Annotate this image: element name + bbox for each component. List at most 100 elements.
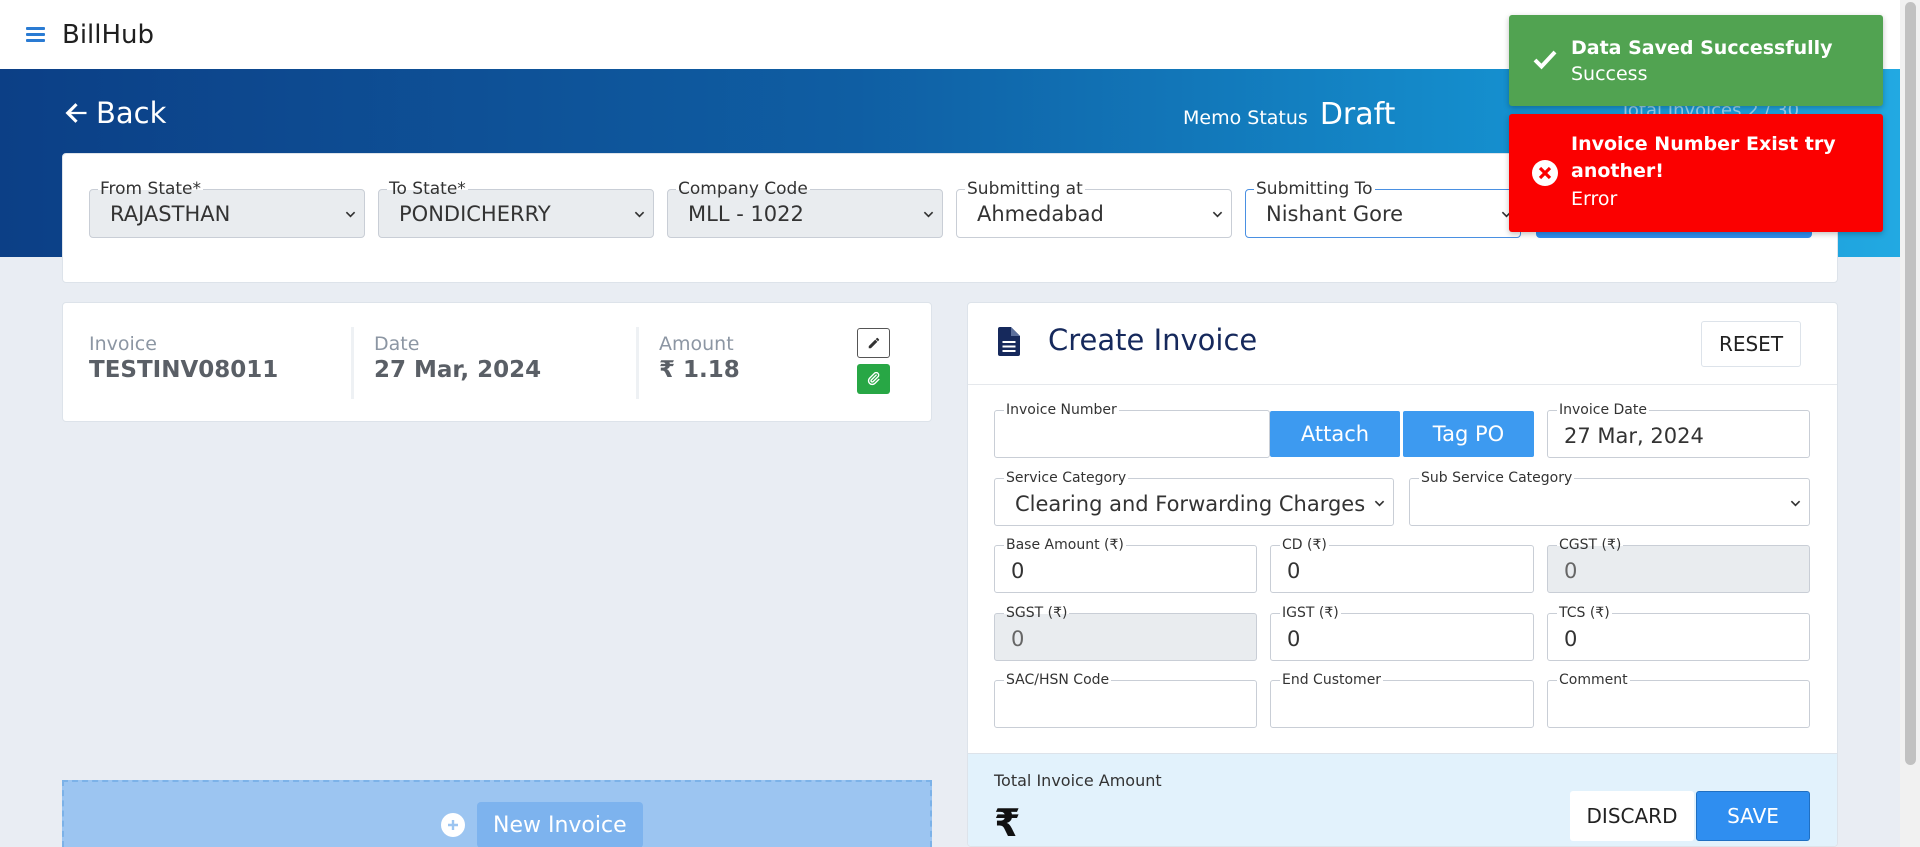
base-amount-label: Base Amount (₹) xyxy=(1004,536,1126,554)
company-code-select[interactable]: Company Code MLL - 1022 xyxy=(667,179,943,238)
service-category-value: Clearing and Forwarding Charges xyxy=(1015,492,1366,516)
attachment-button[interactable] xyxy=(857,364,890,394)
checkmark-icon xyxy=(1533,50,1557,70)
total-invoice-amount-label: Total Invoice Amount xyxy=(994,771,1162,790)
sgst-input: SGST (₹) 0 xyxy=(994,604,1257,661)
back-button[interactable]: Back xyxy=(62,96,166,130)
chevron-down-icon xyxy=(1212,211,1223,218)
cgst-label: CGST (₹) xyxy=(1557,536,1624,554)
chevron-down-icon xyxy=(1374,500,1385,507)
company-code-value: MLL - 1022 xyxy=(688,202,804,226)
igst-label: IGST (₹) xyxy=(1280,604,1341,622)
to-state-value: PONDICHERRY xyxy=(399,202,551,226)
invoice-date-label: Invoice Date xyxy=(1557,401,1649,419)
reset-button[interactable]: RESET xyxy=(1701,321,1801,367)
cd-input[interactable]: CD (₹) 0 xyxy=(1270,536,1534,593)
sub-service-category-select[interactable]: Sub Service Category xyxy=(1409,469,1810,526)
new-invoice-area: New Invoice xyxy=(62,780,932,847)
create-invoice-panel: Create Invoice RESET Invoice Number Atta… xyxy=(967,302,1838,847)
company-code-label: Company Code xyxy=(676,179,810,199)
to-state-select[interactable]: To State* PONDICHERRY xyxy=(378,179,654,238)
service-category-select[interactable]: Service Category Clearing and Forwarding… xyxy=(994,469,1394,526)
sgst-label: SGST (₹) xyxy=(1004,604,1070,622)
invoice-list-item[interactable]: Invoice TESTINV08011 Date 27 Mar, 2024 A… xyxy=(62,302,932,422)
cd-label: CD (₹) xyxy=(1280,536,1329,554)
total-footer: Total Invoice Amount ₹ DISCARD SAVE xyxy=(968,753,1837,846)
pencil-icon xyxy=(868,337,879,349)
error-toast-title: Invoice Number Exist try another! xyxy=(1571,133,1836,182)
invoice-number-label: Invoice Number xyxy=(1004,401,1119,419)
amount-label: Amount xyxy=(659,333,734,355)
memo-status: Memo Status Draft xyxy=(1183,97,1395,132)
chevron-down-icon xyxy=(1790,500,1801,507)
sub-service-category-label: Sub Service Category xyxy=(1419,469,1575,487)
document-icon xyxy=(998,327,1020,356)
comment-input[interactable]: Comment xyxy=(1547,671,1810,728)
error-toast[interactable]: Invoice Number Exist try another! Error xyxy=(1509,114,1883,232)
submitting-to-label: Submitting To xyxy=(1254,179,1375,199)
back-label: Back xyxy=(96,96,167,130)
date-label: Date xyxy=(374,333,420,355)
vertical-scrollbar[interactable] xyxy=(1900,0,1920,847)
success-toast[interactable]: Data Saved Successfully Success xyxy=(1509,15,1883,106)
cgst-value: 0 xyxy=(1564,559,1578,583)
invoice-col: Invoice TESTINV08011 xyxy=(89,333,278,383)
tag-po-button[interactable]: Tag PO xyxy=(1403,411,1534,457)
success-toast-message: Success xyxy=(1571,63,1648,85)
success-toast-title: Data Saved Successfully xyxy=(1571,37,1833,59)
igst-input[interactable]: IGST (₹) 0 xyxy=(1270,604,1534,661)
edit-invoice-button[interactable] xyxy=(857,328,890,358)
new-invoice-button[interactable]: New Invoice xyxy=(441,802,653,847)
attach-button[interactable]: Attach xyxy=(1270,411,1400,457)
create-invoice-title: Create Invoice xyxy=(1048,323,1258,357)
scrollbar-thumb[interactable] xyxy=(1905,2,1916,765)
discard-button[interactable]: DISCARD xyxy=(1570,791,1694,841)
rupee-icon: ₹ xyxy=(994,801,1021,845)
tcs-value: 0 xyxy=(1564,627,1578,651)
new-invoice-label: New Invoice xyxy=(477,802,643,847)
base-amount-input[interactable]: Base Amount (₹) 0 xyxy=(994,536,1257,593)
cd-value: 0 xyxy=(1287,559,1301,583)
submitting-at-select[interactable]: Submitting at Ahmedabad xyxy=(956,179,1232,238)
plus-circle-icon xyxy=(441,813,465,837)
sac-hsn-input[interactable]: SAC/HSN Code xyxy=(994,671,1257,728)
base-amount-value: 0 xyxy=(1011,559,1025,583)
from-state-select[interactable]: From State* RAJASTHAN xyxy=(89,179,365,238)
comment-label: Comment xyxy=(1557,671,1630,689)
cgst-input: CGST (₹) 0 xyxy=(1547,536,1810,593)
end-customer-input[interactable]: End Customer xyxy=(1270,671,1534,728)
from-state-label: From State* xyxy=(98,179,204,199)
invoice-number: TESTINV08011 xyxy=(89,357,279,383)
from-state-value: RAJASTHAN xyxy=(110,202,231,226)
tcs-label: TCS (₹) xyxy=(1557,604,1612,622)
service-category-label: Service Category xyxy=(1004,469,1129,487)
app-brand[interactable]: BillHub xyxy=(62,20,154,50)
submitting-to-select[interactable]: Submitting To Nishant Gore xyxy=(1245,179,1521,238)
invoice-date: 27 Mar, 2024 xyxy=(374,357,542,383)
divider xyxy=(636,327,639,399)
paperclip-icon xyxy=(867,372,880,386)
invoice-number-field[interactable]: Invoice Number xyxy=(994,401,1270,458)
divider xyxy=(351,327,354,399)
arrow-left-icon xyxy=(65,103,87,123)
tcs-input[interactable]: TCS (₹) 0 xyxy=(1547,604,1810,661)
chevron-down-icon xyxy=(923,211,934,218)
submitting-at-label: Submitting at xyxy=(965,179,1085,199)
invoice-date-value: 27 Mar, 2024 xyxy=(1564,424,1704,448)
chevron-down-icon xyxy=(634,211,645,218)
hamburger-menu-icon[interactable] xyxy=(26,27,45,42)
error-circle-icon xyxy=(1532,160,1558,186)
date-col: Date 27 Mar, 2024 xyxy=(374,333,541,383)
submitting-to-value: Nishant Gore xyxy=(1266,202,1404,226)
error-toast-message: Error xyxy=(1571,188,1618,210)
sgst-value: 0 xyxy=(1011,627,1025,651)
invoice-label: Invoice xyxy=(89,333,157,355)
create-invoice-header: Create Invoice RESET xyxy=(968,303,1837,385)
invoice-date-field[interactable]: Invoice Date 27 Mar, 2024 xyxy=(1547,401,1810,458)
save-button[interactable]: SAVE xyxy=(1696,791,1810,841)
end-customer-label: End Customer xyxy=(1280,671,1384,689)
invoice-amount: ₹ 1.18 xyxy=(659,357,740,383)
memo-status-value: Draft xyxy=(1319,97,1396,132)
submitting-at-value: Ahmedabad xyxy=(977,202,1104,226)
memo-status-label: Memo Status xyxy=(1183,107,1308,129)
